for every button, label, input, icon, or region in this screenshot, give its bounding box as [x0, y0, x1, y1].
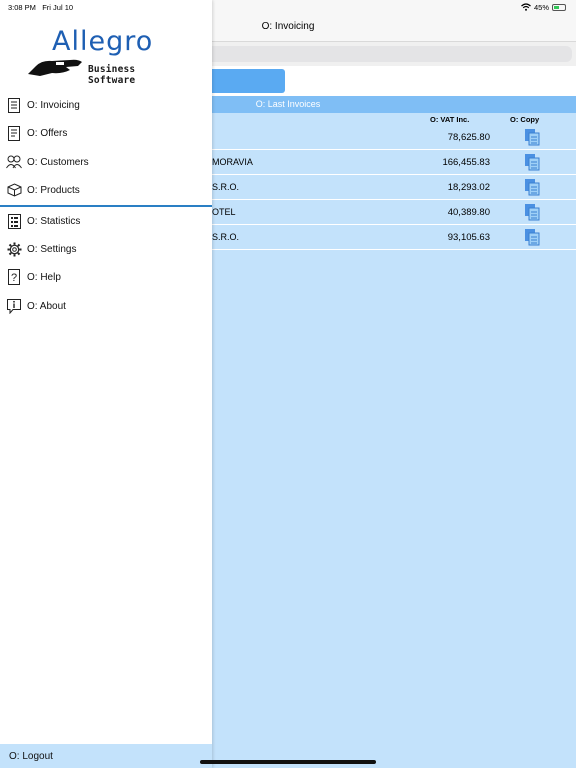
menu-item-label: O: Products	[27, 184, 80, 196]
menu-item-label: O: Customers	[27, 156, 89, 168]
copy-icon[interactable]	[524, 204, 540, 221]
allegro-logo: Allegro Business Software	[26, 26, 186, 86]
menu-item-label: O: Help	[27, 271, 61, 283]
menu-item-statistics[interactable]: O: Statistics	[0, 208, 212, 234]
svg-text:?: ?	[11, 272, 17, 284]
menu-item-label: O: Settings	[27, 243, 77, 255]
gear-icon	[6, 241, 22, 257]
menu-item-label: O: Statistics	[27, 215, 81, 227]
customer-name: S.R.O.	[212, 182, 240, 192]
column-header-vat: O: VAT Inc.	[430, 115, 470, 124]
logo-wordmark: Allegro	[52, 26, 154, 57]
amount-vat-inc: 78,625.80	[447, 132, 490, 143]
offer-icon	[6, 125, 22, 141]
menu-item-settings[interactable]: O: Settings	[0, 236, 212, 262]
battery-icon	[552, 3, 566, 11]
menu-divider	[0, 205, 212, 207]
side-menu: Allegro Business Software O: Invoicing O…	[0, 0, 212, 768]
amount-vat-inc: 40,389.80	[447, 207, 490, 218]
copy-icon[interactable]	[524, 229, 540, 246]
home-indicator[interactable]	[200, 760, 376, 764]
menu-item-label: O: About	[27, 300, 66, 312]
menu-item-about[interactable]: O: About	[0, 293, 212, 319]
customer-name: MORAVIA	[212, 157, 253, 167]
menu-item-products[interactable]: O: Products	[0, 177, 212, 203]
hand-icon	[28, 59, 82, 76]
box-icon	[6, 182, 22, 198]
status-date: Fri Jul 10	[42, 3, 74, 12]
menu-item-help[interactable]: ? O: Help	[0, 264, 212, 290]
customer-name: S.R.O.	[212, 232, 240, 242]
customers-icon	[6, 154, 22, 170]
amount-vat-inc: 166,455.83	[442, 157, 490, 168]
menu-item-label: O: Invoicing	[27, 99, 80, 111]
amount-vat-inc: 93,105.63	[447, 232, 490, 243]
menu-item-invoicing[interactable]: O: Invoicing	[0, 92, 212, 118]
status-time: 3:08 PM	[8, 3, 36, 12]
status-bar-time: 3:08 PM Fri Jul 10	[8, 3, 73, 12]
battery-percentage: 45%	[533, 2, 549, 12]
wifi-icon	[521, 3, 531, 11]
help-icon: ?	[6, 269, 22, 285]
menu-item-customers[interactable]: O: Customers	[0, 149, 212, 175]
amount-vat-inc: 18,293.02	[447, 182, 490, 193]
statistics-icon	[6, 213, 22, 229]
copy-icon[interactable]	[524, 179, 540, 196]
logo-subtitle: Business Software	[88, 64, 136, 86]
customer-name: OTEL	[212, 207, 236, 217]
logout-button[interactable]: O: Logout	[0, 744, 212, 768]
info-icon	[6, 298, 22, 314]
invoice-icon	[6, 97, 22, 113]
logout-label: O: Logout	[9, 751, 53, 762]
column-header-copy: O: Copy	[510, 115, 540, 124]
menu-item-offers[interactable]: O: Offers	[0, 120, 212, 146]
copy-icon[interactable]	[524, 154, 540, 171]
status-bar-right: 45%	[521, 2, 566, 12]
copy-icon[interactable]	[524, 129, 540, 146]
menu-item-label: O: Offers	[27, 127, 68, 139]
